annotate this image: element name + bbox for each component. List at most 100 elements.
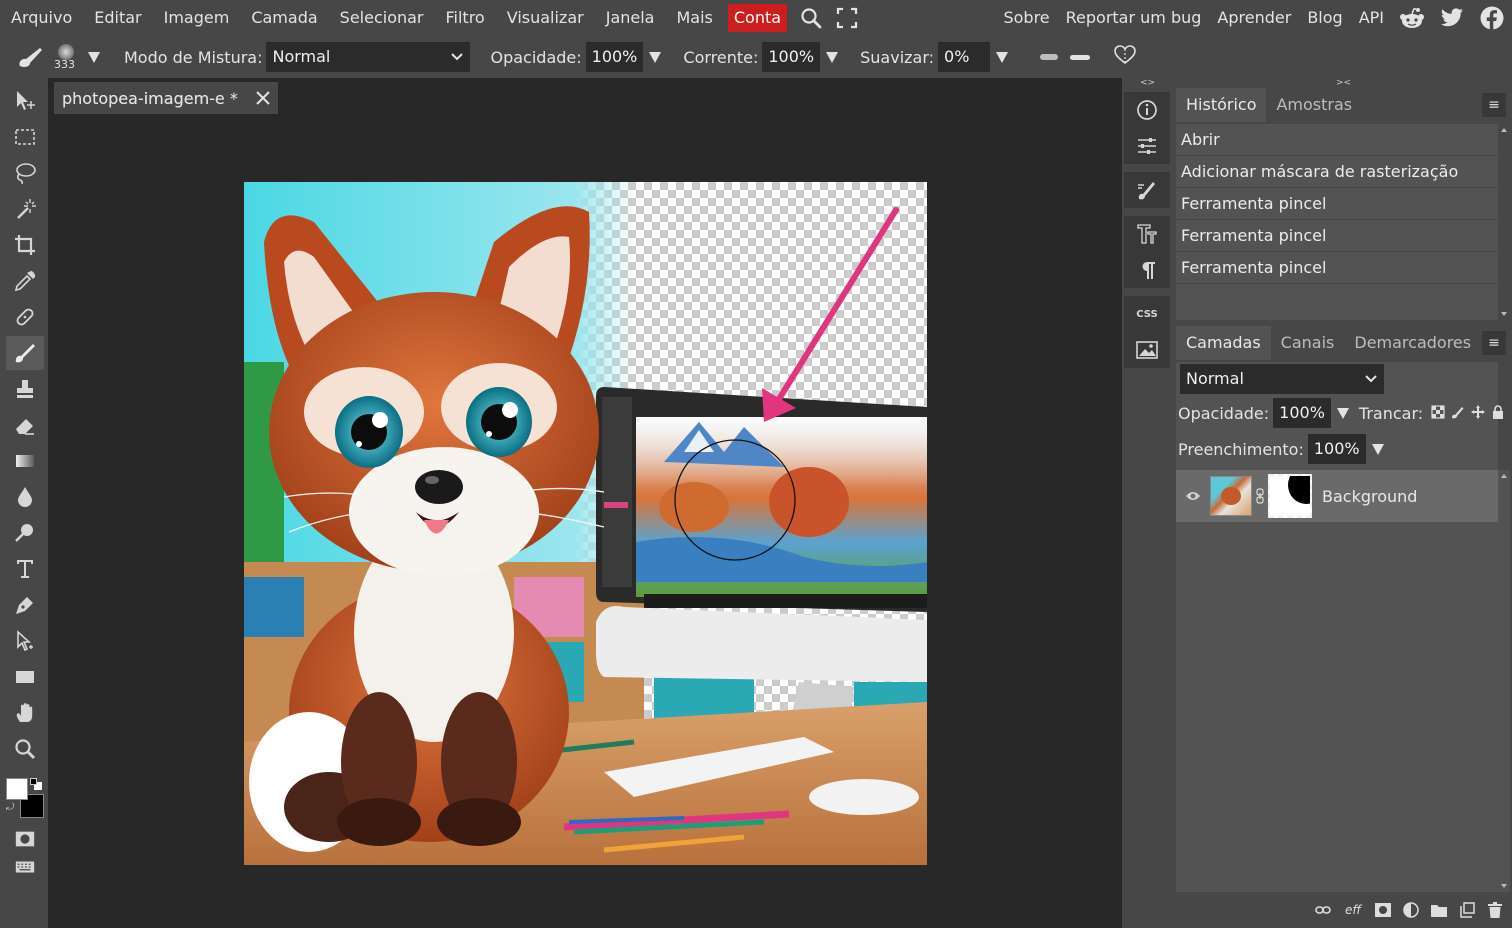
folder-icon[interactable]: [1430, 901, 1448, 919]
layers-scrollbar[interactable]: [1498, 470, 1510, 892]
tab-demarcadores[interactable]: Demarcadores: [1344, 326, 1481, 360]
brush-preset-dropdown-icon[interactable]: [88, 51, 100, 63]
close-icon[interactable]: [256, 86, 270, 110]
brush-tool-icon[interactable]: [8, 36, 52, 78]
blend-mode-select[interactable]: Normal: [266, 42, 471, 72]
mask-link-icon[interactable]: [1252, 488, 1268, 504]
brush-tool-icon[interactable]: [6, 336, 44, 370]
history-item[interactable]: Adicionar máscara de rasterização: [1176, 156, 1498, 188]
pressure-size-icon[interactable]: [1040, 54, 1059, 60]
tab-historico[interactable]: Histórico: [1176, 88, 1267, 122]
search-icon[interactable]: [793, 0, 829, 36]
menu-selecionar[interactable]: Selecionar: [329, 0, 435, 36]
layer-name[interactable]: Background: [1322, 487, 1417, 506]
document-tab[interactable]: photopea-imagem-e *: [54, 82, 278, 114]
effects-icon[interactable]: eff: [1342, 901, 1364, 919]
menu-editar[interactable]: Editar: [83, 0, 152, 36]
layer-fill-input[interactable]: 100%: [1307, 434, 1366, 464]
visibility-eye-icon[interactable]: [1176, 490, 1210, 502]
eyedropper-tool-icon[interactable]: [6, 264, 44, 298]
opacity-input[interactable]: 100%: [585, 42, 644, 72]
eraser-tool-icon[interactable]: [6, 408, 44, 442]
menu-imagem[interactable]: Imagem: [153, 0, 241, 36]
menu-mais[interactable]: Mais: [665, 0, 723, 36]
marquee-tool-icon[interactable]: [6, 120, 44, 154]
tab-camadas[interactable]: Camadas: [1176, 326, 1271, 360]
menu-filtro[interactable]: Filtro: [435, 0, 496, 36]
magic-wand-tool-icon[interactable]: [6, 192, 44, 226]
history-menu-icon[interactable]: ≡: [1482, 93, 1506, 117]
image-panel-icon[interactable]: [1124, 332, 1170, 368]
character-panel-icon[interactable]: [1124, 216, 1170, 252]
trash-icon[interactable]: [1486, 901, 1504, 919]
adjustment-icon[interactable]: [1402, 901, 1420, 919]
layer-opacity-dropdown-icon[interactable]: [1336, 407, 1349, 419]
smooth-dropdown-icon[interactable]: [996, 51, 1009, 63]
menu-camada[interactable]: Camada: [240, 0, 328, 36]
foreground-color-swatch[interactable]: [6, 778, 28, 800]
layer-opacity-input[interactable]: 100%: [1273, 398, 1331, 428]
fullscreen-icon[interactable]: [829, 0, 865, 36]
link-icon[interactable]: [1314, 901, 1332, 919]
path-select-tool-icon[interactable]: [6, 624, 44, 658]
paragraph-panel-icon[interactable]: [1124, 252, 1170, 288]
brush-preset-picker[interactable]: 333: [52, 36, 88, 78]
history-scrollbar[interactable]: [1498, 124, 1510, 320]
pen-tool-icon[interactable]: [6, 588, 44, 622]
history-item[interactable]: Ferramenta pincel: [1176, 188, 1498, 220]
collapse-left-icon[interactable]: <>: [1140, 78, 1155, 88]
smooth-input[interactable]: 0%: [938, 42, 991, 72]
keyboard-icon[interactable]: [6, 854, 44, 880]
link-api[interactable]: API: [1351, 0, 1392, 36]
menu-arquivo[interactable]: Arquivo: [0, 0, 83, 36]
link-aprender[interactable]: Aprender: [1209, 0, 1299, 36]
flow-dropdown-icon[interactable]: [826, 51, 839, 63]
menu-janela[interactable]: Janela: [595, 0, 666, 36]
hand-tool-icon[interactable]: [6, 696, 44, 730]
layers-menu-icon[interactable]: ≡: [1482, 331, 1506, 355]
blur-tool-icon[interactable]: [6, 480, 44, 514]
zoom-tool-icon[interactable]: [6, 732, 44, 766]
layer-row[interactable]: Background: [1176, 470, 1498, 522]
layer-blend-select[interactable]: Normal: [1180, 364, 1384, 394]
lock-position-icon[interactable]: [1471, 404, 1486, 423]
symmetry-heart-icon[interactable]: [1114, 45, 1136, 69]
mask-icon[interactable]: [1374, 901, 1392, 919]
default-colors-icon[interactable]: [30, 778, 42, 790]
brush-settings-icon[interactable]: [1124, 172, 1170, 208]
link-report-bug[interactable]: Reportar um bug: [1058, 0, 1210, 36]
type-tool-icon[interactable]: [6, 552, 44, 586]
twitter-icon[interactable]: [1432, 0, 1472, 36]
facebook-icon[interactable]: [1472, 0, 1512, 36]
lock-transparency-icon[interactable]: [1431, 404, 1445, 423]
opacity-dropdown-icon[interactable]: [649, 51, 662, 63]
lock-all-icon[interactable]: [1491, 404, 1505, 423]
history-item[interactable]: Ferramenta pincel: [1176, 252, 1498, 284]
properties-panel-icon[interactable]: [1124, 128, 1170, 164]
tab-canais[interactable]: Canais: [1271, 326, 1345, 360]
info-panel-icon[interactable]: [1124, 92, 1170, 128]
flow-input[interactable]: 100%: [762, 42, 821, 72]
history-item[interactable]: Ferramenta pincel: [1176, 220, 1498, 252]
tab-amostras[interactable]: Amostras: [1266, 88, 1362, 122]
healing-brush-tool-icon[interactable]: [6, 300, 44, 334]
menu-visualizar[interactable]: Visualizar: [496, 0, 595, 36]
rectangle-tool-icon[interactable]: [6, 660, 44, 694]
pressure-opacity-icon[interactable]: [1070, 54, 1091, 60]
lock-pixels-icon[interactable]: [1451, 404, 1465, 423]
css-panel-button[interactable]: CSS: [1124, 296, 1170, 332]
move-tool-icon[interactable]: [6, 84, 44, 118]
gradient-tool-icon[interactable]: [6, 444, 44, 478]
swap-colors-icon[interactable]: ⤾: [6, 802, 14, 813]
account-button[interactable]: Conta: [727, 4, 788, 32]
link-sobre[interactable]: Sobre: [995, 0, 1057, 36]
lasso-tool-icon[interactable]: [6, 156, 44, 190]
clone-stamp-tool-icon[interactable]: [6, 372, 44, 406]
crop-tool-icon[interactable]: [6, 228, 44, 262]
layer-fill-dropdown-icon[interactable]: [1371, 443, 1384, 455]
history-item[interactable]: Abrir: [1176, 124, 1498, 156]
reddit-icon[interactable]: [1392, 0, 1432, 36]
new-layer-icon[interactable]: [1458, 901, 1476, 919]
quick-mask-icon[interactable]: [6, 826, 44, 852]
document-canvas[interactable]: [244, 182, 927, 865]
